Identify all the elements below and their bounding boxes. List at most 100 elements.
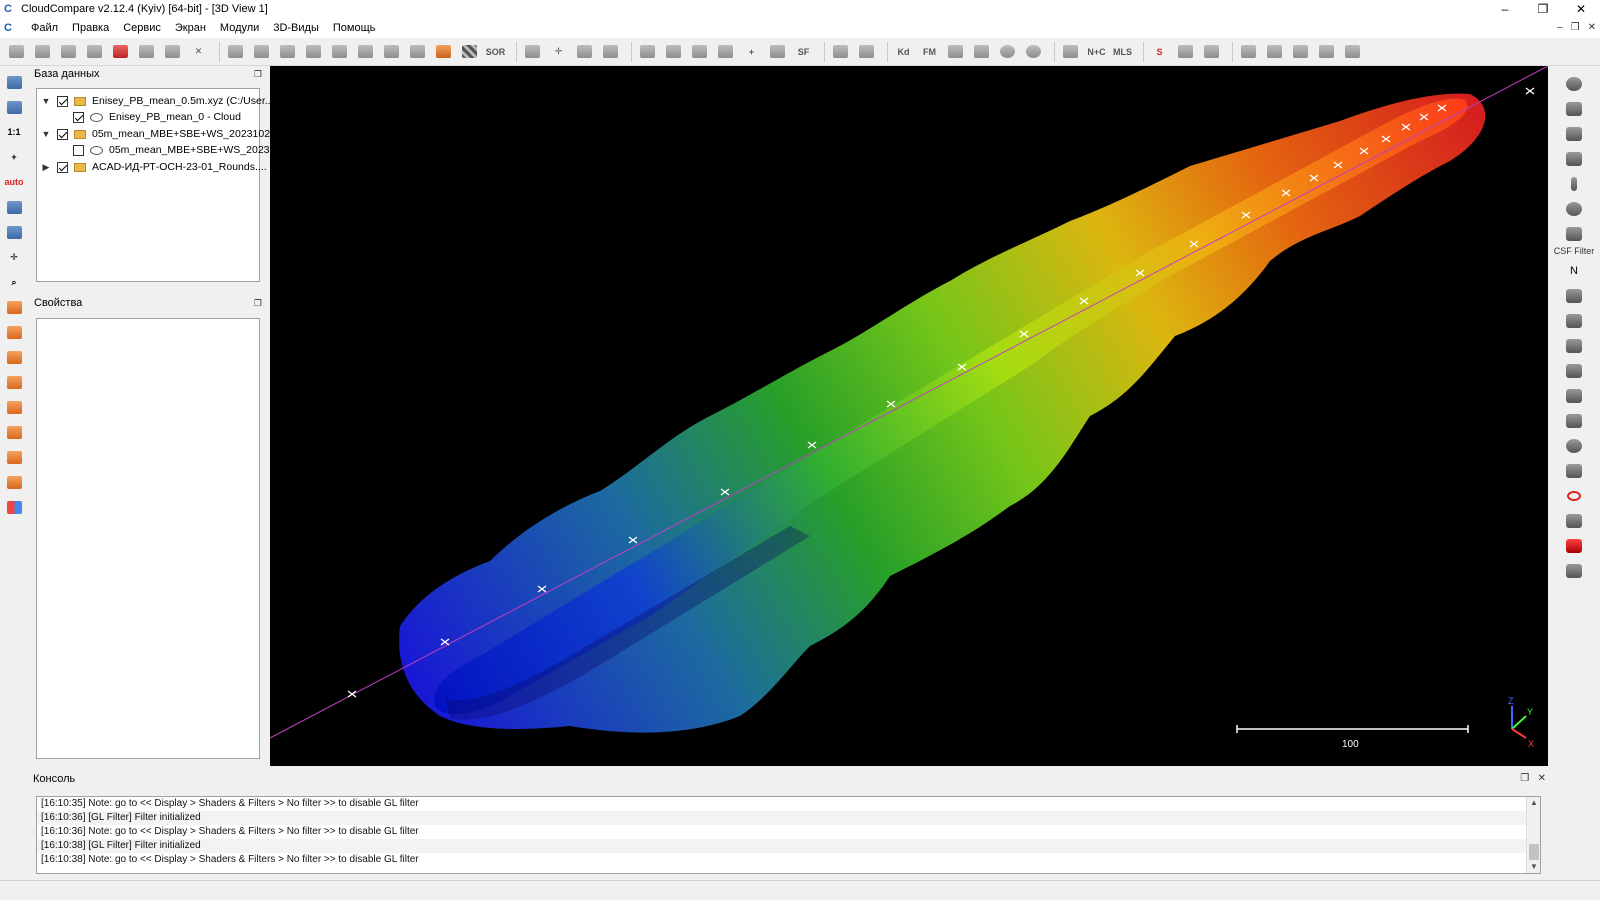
plugin-m3c2-icon[interactable] [1564, 311, 1584, 331]
sphere-icon[interactable] [997, 41, 1018, 62]
plugin-arch-icon[interactable] [1564, 511, 1584, 531]
terrain-view-1-icon[interactable] [1238, 41, 1259, 62]
view-back-icon[interactable] [4, 372, 24, 392]
histogram-icon[interactable] [637, 41, 658, 62]
console-float-icon[interactable]: ❐ [1520, 773, 1529, 784]
terrain-view-4-icon[interactable] [1316, 41, 1337, 62]
plugin-ellipse-icon[interactable] [1564, 486, 1584, 506]
plugin-grid-icon[interactable] [1564, 124, 1584, 144]
point-picking-icon[interactable] [522, 41, 543, 62]
tree-item[interactable]: ▶ ACAD-ИД-РТ-ОСН-23-01_Rounds.... [41, 159, 267, 175]
visibility-checkbox[interactable] [57, 128, 68, 140]
console-scrollbar[interactable]: ▲ ▼ [1526, 797, 1540, 873]
expand-arrow-icon[interactable]: ▼ [41, 96, 51, 106]
translate-rotate-icon[interactable] [136, 41, 157, 62]
scroll-up-icon[interactable]: ▲ [1527, 797, 1540, 809]
auto-pick-center-button[interactable]: auto [4, 172, 24, 192]
view-top-icon[interactable] [4, 297, 24, 317]
add-sf-icon[interactable]: + [741, 41, 762, 62]
perspective-icon[interactable] [4, 197, 24, 217]
cloud-cloud-distance-icon[interactable] [407, 41, 428, 62]
merge-icon[interactable] [162, 41, 183, 62]
plugin-brush-icon[interactable] [1564, 174, 1584, 194]
measure-icon[interactable] [600, 41, 621, 62]
gaussian-icon[interactable] [663, 41, 684, 62]
plugin-fire-icon[interactable] [1564, 536, 1584, 556]
scalar-field-button[interactable]: SF [793, 41, 814, 62]
terrain-view-5-icon[interactable] [1342, 41, 1363, 62]
delete-icon[interactable]: ✕ [188, 41, 209, 62]
visibility-checkbox[interactable] [73, 144, 84, 156]
pick-rotation-center-icon[interactable] [58, 41, 79, 62]
plugin-terrain-icon[interactable] [1564, 561, 1584, 581]
menu-tools[interactable]: Сервис [116, 18, 168, 38]
menu-display[interactable]: Экран [168, 18, 213, 38]
view-bottom-icon[interactable] [4, 422, 24, 442]
menu-file[interactable]: Файл [24, 18, 65, 38]
ransac-icon[interactable] [1060, 41, 1081, 62]
cross-section-icon[interactable] [574, 41, 595, 62]
canupo-classify-icon[interactable] [856, 41, 877, 62]
octree-icon[interactable] [303, 41, 324, 62]
plugin-compass-icon[interactable] [1564, 74, 1584, 94]
plugin-cell-icon[interactable] [1564, 99, 1584, 119]
close-button[interactable]: ✕ [1562, 0, 1600, 18]
fast-marching-button[interactable]: FM [919, 41, 940, 62]
canupo-train-icon[interactable] [830, 41, 851, 62]
spline-icon[interactable]: S [1149, 41, 1170, 62]
back-iso-button[interactable] [4, 472, 24, 492]
scroll-thumb[interactable] [1529, 844, 1539, 860]
tree-item[interactable]: ▼ Enisey_PB_mean_0.5m.xyz (C:/User... [41, 93, 274, 109]
kd-tree-button[interactable]: Kd [893, 41, 914, 62]
sor-filter-button[interactable]: SOR [485, 41, 506, 62]
visibility-checkbox[interactable] [57, 95, 68, 107]
plugin-clapper-icon[interactable] [1564, 149, 1584, 169]
stereo-icon[interactable] [4, 497, 24, 517]
visibility-checkbox[interactable] [73, 111, 84, 123]
segment-icon[interactable] [110, 41, 131, 62]
noise-filter-icon[interactable] [459, 41, 480, 62]
visibility-checkbox[interactable] [57, 161, 68, 173]
mls-button[interactable]: MLS [1112, 41, 1133, 62]
expand-arrow-icon[interactable]: ▼ [41, 129, 51, 139]
rotation-center-icon[interactable]: + [4, 147, 24, 167]
mdi-minimize-button[interactable]: – [1557, 18, 1563, 38]
tree-item[interactable]: Enisey_PB_mean_0 - Cloud [57, 109, 241, 125]
subsample-icon[interactable] [277, 41, 298, 62]
lights-icon[interactable] [4, 222, 24, 242]
db-panel-float-icon[interactable]: ❐ [254, 66, 262, 82]
export-icon[interactable] [1201, 41, 1222, 62]
display-settings-icon[interactable] [4, 72, 24, 92]
crosshair-icon[interactable]: ✛ [548, 41, 569, 62]
facets-icon[interactable] [971, 41, 992, 62]
plugin-gear-icon[interactable] [1564, 436, 1584, 456]
minimize-button[interactable]: – [1486, 0, 1524, 18]
menu-help[interactable]: Помощь [326, 18, 383, 38]
console-close-icon[interactable]: ✕ [1538, 773, 1546, 784]
mdi-close-button[interactable]: ✕ [1588, 18, 1596, 38]
zoom-1-to-1-button[interactable]: 1:1 [4, 122, 24, 142]
3d-view[interactable]: Z Y X [270, 66, 1548, 766]
menu-edit[interactable]: Правка [65, 18, 116, 38]
camera-icon[interactable] [4, 97, 24, 117]
normals-color-button[interactable]: N+C [1086, 41, 1107, 62]
tree-item[interactable]: 05m_mean_MBE+SBE+WS_2023... [57, 142, 278, 158]
plane-fit-icon[interactable] [945, 41, 966, 62]
front-iso-button[interactable] [4, 447, 24, 467]
restore-button[interactable]: ❐ [1524, 0, 1562, 18]
remove-sf-icon[interactable] [767, 41, 788, 62]
open-icon[interactable] [6, 41, 27, 62]
globe-icon[interactable] [1023, 41, 1044, 62]
collapse-arrow-icon[interactable]: ▶ [41, 162, 51, 173]
view-right-icon[interactable] [4, 397, 24, 417]
mdi-restore-button[interactable]: ❐ [1571, 18, 1580, 38]
plugin-layers-icon[interactable] [1564, 461, 1584, 481]
sample-icon[interactable] [225, 41, 246, 62]
menu-plugins[interactable]: Модули [213, 18, 266, 38]
curve-icon[interactable] [1175, 41, 1196, 62]
plugin-pcv-icon[interactable] [1564, 361, 1584, 381]
plugin-hexagon-icon[interactable] [1564, 386, 1584, 406]
scroll-down-icon[interactable]: ▼ [1527, 861, 1540, 873]
fine-registration-icon[interactable] [381, 41, 402, 62]
terrain-view-3-icon[interactable] [1290, 41, 1311, 62]
